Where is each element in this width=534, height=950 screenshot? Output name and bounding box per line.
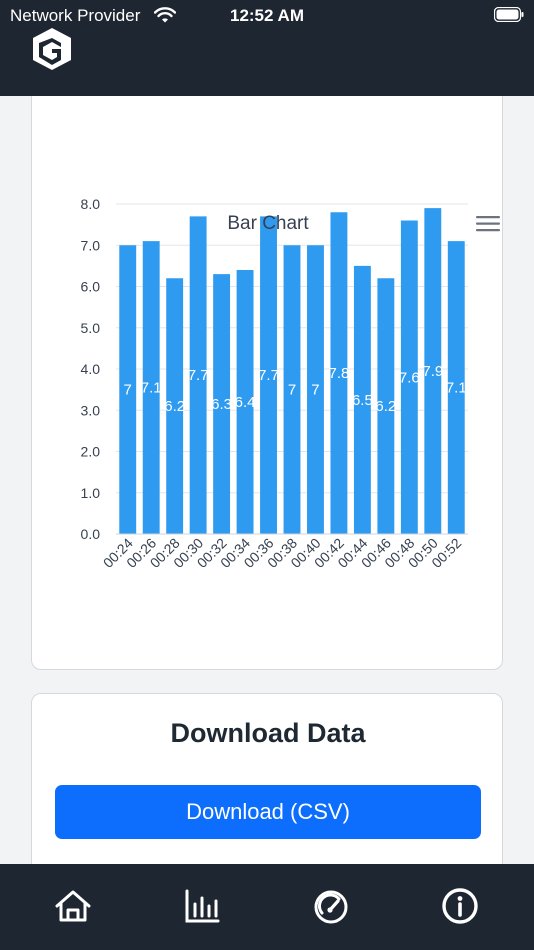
info-icon[interactable] <box>440 886 480 926</box>
y-tick-label: 8.0 <box>81 196 101 212</box>
data-label: 7.1 <box>141 380 162 397</box>
data-label: 7 <box>288 382 296 399</box>
y-tick-label: 6.0 <box>81 279 101 295</box>
y-tick-label: 1.0 <box>81 485 101 501</box>
data-label: 7.8 <box>329 365 350 382</box>
app-logo-icon[interactable] <box>29 26 75 72</box>
download-card: Download Data Download (CSV) <box>31 693 503 864</box>
scroll-content[interactable]: 0.0 1.0 2.0 3.0 4.0 5.0 6.0 7.0 8.0 7 00:24 7.1 00:2… <box>0 96 534 864</box>
gauge-icon[interactable] <box>311 886 351 926</box>
y-tick-label: 0.0 <box>81 526 101 542</box>
bottom-nav <box>0 864 534 950</box>
status-bar: Network Provider 12:52 AM <box>0 0 534 30</box>
data-label: 6.2 <box>164 398 185 415</box>
clock: 12:52 AM <box>229 6 304 25</box>
download-title: Download Data <box>170 718 366 748</box>
data-label: 7.6 <box>399 369 420 386</box>
y-tick-label: 5.0 <box>81 320 101 336</box>
bar-chart-icon[interactable] <box>182 886 222 926</box>
download-csv-button[interactable]: Download (CSV) <box>55 785 481 839</box>
y-tick-label: 4.0 <box>81 361 101 377</box>
data-label: 7.7 <box>258 367 279 384</box>
bar-chart: 0.01.02.03.04.05.06.07.08.0700:247.100:2… <box>81 196 468 571</box>
data-label: 7 <box>124 382 132 399</box>
data-label: 6.3 <box>211 396 232 413</box>
data-label: 7.1 <box>446 380 467 397</box>
data-label: 6.4 <box>235 394 256 411</box>
chart-title: Bar Chart <box>227 213 309 234</box>
y-tick-label: 7.0 <box>81 237 101 253</box>
y-tick-label: 2.0 <box>81 444 101 460</box>
data-label: 7 <box>311 382 319 399</box>
chart-menu-icon[interactable] <box>476 215 500 233</box>
battery-icon <box>494 7 524 22</box>
data-label: 6.2 <box>375 398 396 415</box>
app-header: Network Provider 12:52 AM <box>0 0 534 96</box>
y-tick-label: 3.0 <box>81 402 101 418</box>
data-label: 7.9 <box>422 363 443 380</box>
data-label: 7.7 <box>188 367 209 384</box>
home-icon[interactable] <box>53 886 93 926</box>
chart-card: 0.0 1.0 2.0 3.0 4.0 5.0 6.0 7.0 8.0 7 00:24 7.1 00:2… <box>31 96 503 670</box>
data-label: 6.5 <box>352 392 373 409</box>
